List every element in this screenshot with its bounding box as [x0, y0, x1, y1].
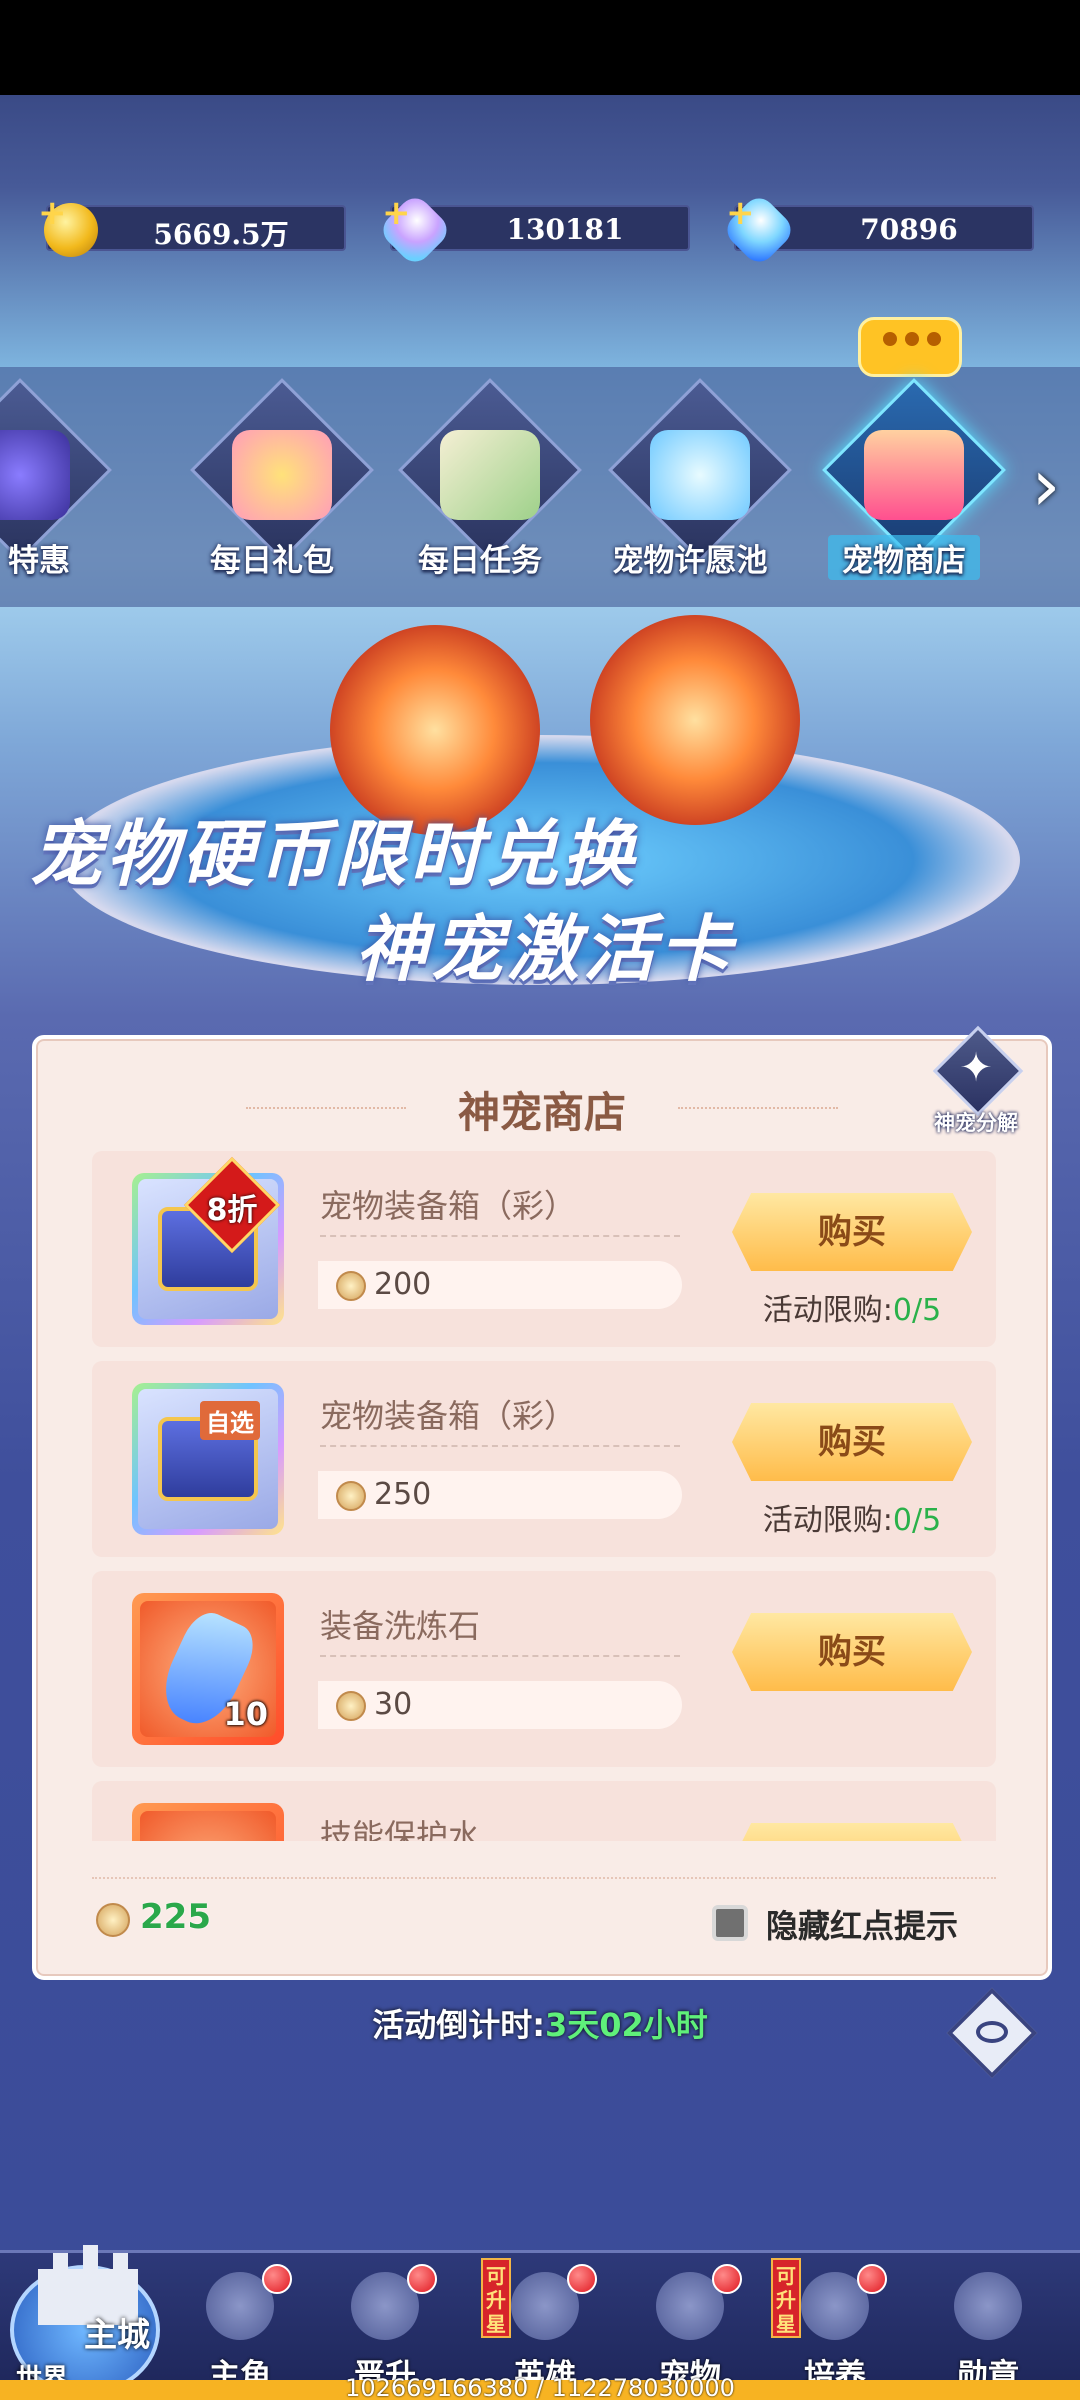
gold-value: 5669.5万	[153, 218, 289, 251]
thumb-bg	[140, 1811, 276, 1841]
item-thumbnail[interactable]	[132, 1803, 284, 1841]
purchase-limit: 活动限购:0/5	[732, 1285, 972, 1329]
limit-label: 活动限购:	[762, 1293, 893, 1328]
shop-item-list[interactable]: 8折 宠物装备箱（彩） 200 购买 活动限购:0/5 自选 宠物装备箱（彩） …	[92, 1151, 996, 1841]
tab-label: 每日任务	[418, 543, 542, 579]
upgrade-tag: 可升星	[481, 2258, 511, 2338]
banner-subtitle: 神宠激活卡	[355, 906, 736, 991]
shop-icon	[864, 430, 964, 520]
rainbow-gem-resource[interactable]: + 130181	[376, 191, 690, 269]
pet-coin-icon	[336, 1691, 366, 1721]
game-screen: + 5669.5万 + 130181 + 70896 ‹ › 特惠 每日礼包 每…	[0, 95, 1080, 2400]
selectable-tag: 自选	[200, 1401, 260, 1440]
panel-title: 神宠商店	[36, 1079, 1048, 1140]
event-countdown: 活动倒计时:3天02小时	[0, 2000, 1080, 2046]
gold-resource[interactable]: + 5669.5万	[38, 193, 346, 257]
item-thumbnail[interactable]: 8折	[132, 1156, 284, 1325]
red-dot-badge	[857, 2264, 887, 2294]
shop-item: 10 装备洗炼石 30 购买	[92, 1571, 996, 1767]
countdown-value: 3天02小时	[545, 2006, 708, 2044]
divider	[320, 1235, 680, 1237]
item-price: 250	[318, 1471, 682, 1519]
tab-special-offer[interactable]: 特惠	[0, 378, 112, 595]
item-price: 200	[318, 1261, 682, 1309]
add-gold-icon[interactable]: +	[38, 193, 67, 233]
star-icon: ✦	[959, 1045, 993, 1091]
item-name: 技能保护水	[320, 1817, 481, 1841]
experience-bar: 102669166380 / 112278030000	[0, 2374, 1080, 2400]
tab-daily-gift[interactable]: 每日礼包	[172, 378, 374, 595]
buy-button[interactable]: 购买	[732, 1403, 972, 1481]
price-value: 250	[374, 1477, 432, 1512]
decompose-label: 神宠分解	[934, 1111, 1018, 1135]
wishing-orb-icon	[650, 430, 750, 520]
tab-pet-shop[interactable]: 宠物商店	[804, 378, 1006, 595]
item-name: 宠物装备箱（彩）	[320, 1187, 577, 1225]
red-dot-badge	[567, 2264, 597, 2294]
upgrade-tag: 可升星	[771, 2258, 801, 2338]
item-quantity: 10	[223, 1695, 268, 1733]
item-name: 装备洗炼石	[320, 1607, 481, 1645]
limit-label: 活动限购:	[762, 1503, 893, 1538]
chat-bubble-icon[interactable]	[858, 317, 962, 377]
eye-pupil	[976, 2021, 1008, 2043]
item-price: 30	[318, 1681, 682, 1729]
red-dot-badge	[712, 2264, 742, 2294]
price-value: 30	[374, 1687, 413, 1722]
shop-item: 8折 宠物装备箱（彩） 200 购买 活动限购:0/5	[92, 1151, 996, 1347]
scroll-icon	[440, 430, 540, 520]
balance-value: 225	[140, 1897, 211, 1937]
countdown-label: 活动倒计时:	[372, 2006, 545, 2044]
red-dot-badge	[407, 2264, 437, 2294]
bag-icon	[0, 430, 70, 520]
divider	[320, 1655, 680, 1657]
nav-right-arrow-icon[interactable]: ›	[1016, 440, 1076, 530]
purchase-limit: 活动限购:0/5	[732, 1495, 972, 1539]
discount-badge: 8折	[183, 1156, 281, 1254]
pet-decompose-button[interactable]: ✦ 神宠分解	[926, 1025, 1026, 1149]
pet-coin-icon	[96, 1903, 130, 1937]
experience-text: 102669166380 / 112278030000	[345, 2374, 735, 2400]
main-city-label: 主城	[84, 2315, 150, 2354]
gift-box-icon	[232, 430, 332, 520]
checkbox[interactable]	[712, 1905, 748, 1941]
item-thumbnail[interactable]: 10	[132, 1593, 284, 1745]
view-toggle-eye-icon[interactable]	[944, 1985, 1040, 2081]
add-rainbow-gem-icon[interactable]: +	[382, 193, 411, 233]
footer-divider	[92, 1877, 996, 1879]
phoenix-pet-icon	[590, 615, 800, 825]
tab-label: 宠物商店	[828, 535, 980, 580]
shop-item: 技能保护水	[92, 1781, 996, 1841]
buy-button[interactable]: 购买	[732, 1613, 972, 1691]
tab-pet-wishing-pool[interactable]: 宠物许愿池	[590, 378, 792, 595]
banner-title: 宠物硬币限时兑换	[30, 811, 639, 896]
divider	[320, 1445, 680, 1447]
buy-button[interactable]: 购买	[732, 1193, 972, 1271]
tab-label: 特惠	[8, 543, 70, 579]
resource-bar: + 5669.5万 + 130181 + 70896	[0, 191, 1080, 269]
discount-text: 8折	[206, 1193, 258, 1228]
pet-coin-icon	[336, 1481, 366, 1511]
hide-red-dot-toggle[interactable]: 隐藏红点提示	[712, 1899, 1012, 1947]
diamond-resource[interactable]: + 70896	[720, 191, 1034, 269]
item-thumbnail[interactable]: 自选	[132, 1383, 284, 1535]
red-dot-badge	[262, 2264, 292, 2294]
tab-label: 宠物许愿池	[612, 543, 768, 579]
pet-shop-panel: 神宠商店 ✦ 神宠分解 8折 宠物装备箱（彩） 200 购买 活动限购:0/5 …	[32, 1025, 1052, 1980]
tab-daily-task[interactable]: 每日任务	[380, 378, 582, 595]
item-name: 宠物装备箱（彩）	[320, 1397, 577, 1435]
diamond-value: 70896	[860, 213, 958, 246]
medal-icon	[954, 2272, 1022, 2340]
limit-value: 0/5	[892, 1503, 942, 1538]
toggle-label: 隐藏红点提示	[766, 1907, 959, 1945]
shop-item: 自选 宠物装备箱（彩） 250 购买 活动限购:0/5	[92, 1361, 996, 1557]
add-diamond-icon[interactable]: +	[726, 193, 755, 233]
world-city-button[interactable]: 主城 世界	[0, 2215, 180, 2400]
price-value: 200	[374, 1267, 432, 1302]
rainbow-gem-value: 130181	[506, 213, 624, 246]
buy-button-partial[interactable]	[732, 1823, 972, 1841]
tab-label: 每日礼包	[210, 543, 334, 579]
limit-value: 0/5	[892, 1293, 942, 1328]
pet-coin-icon	[336, 1271, 366, 1301]
